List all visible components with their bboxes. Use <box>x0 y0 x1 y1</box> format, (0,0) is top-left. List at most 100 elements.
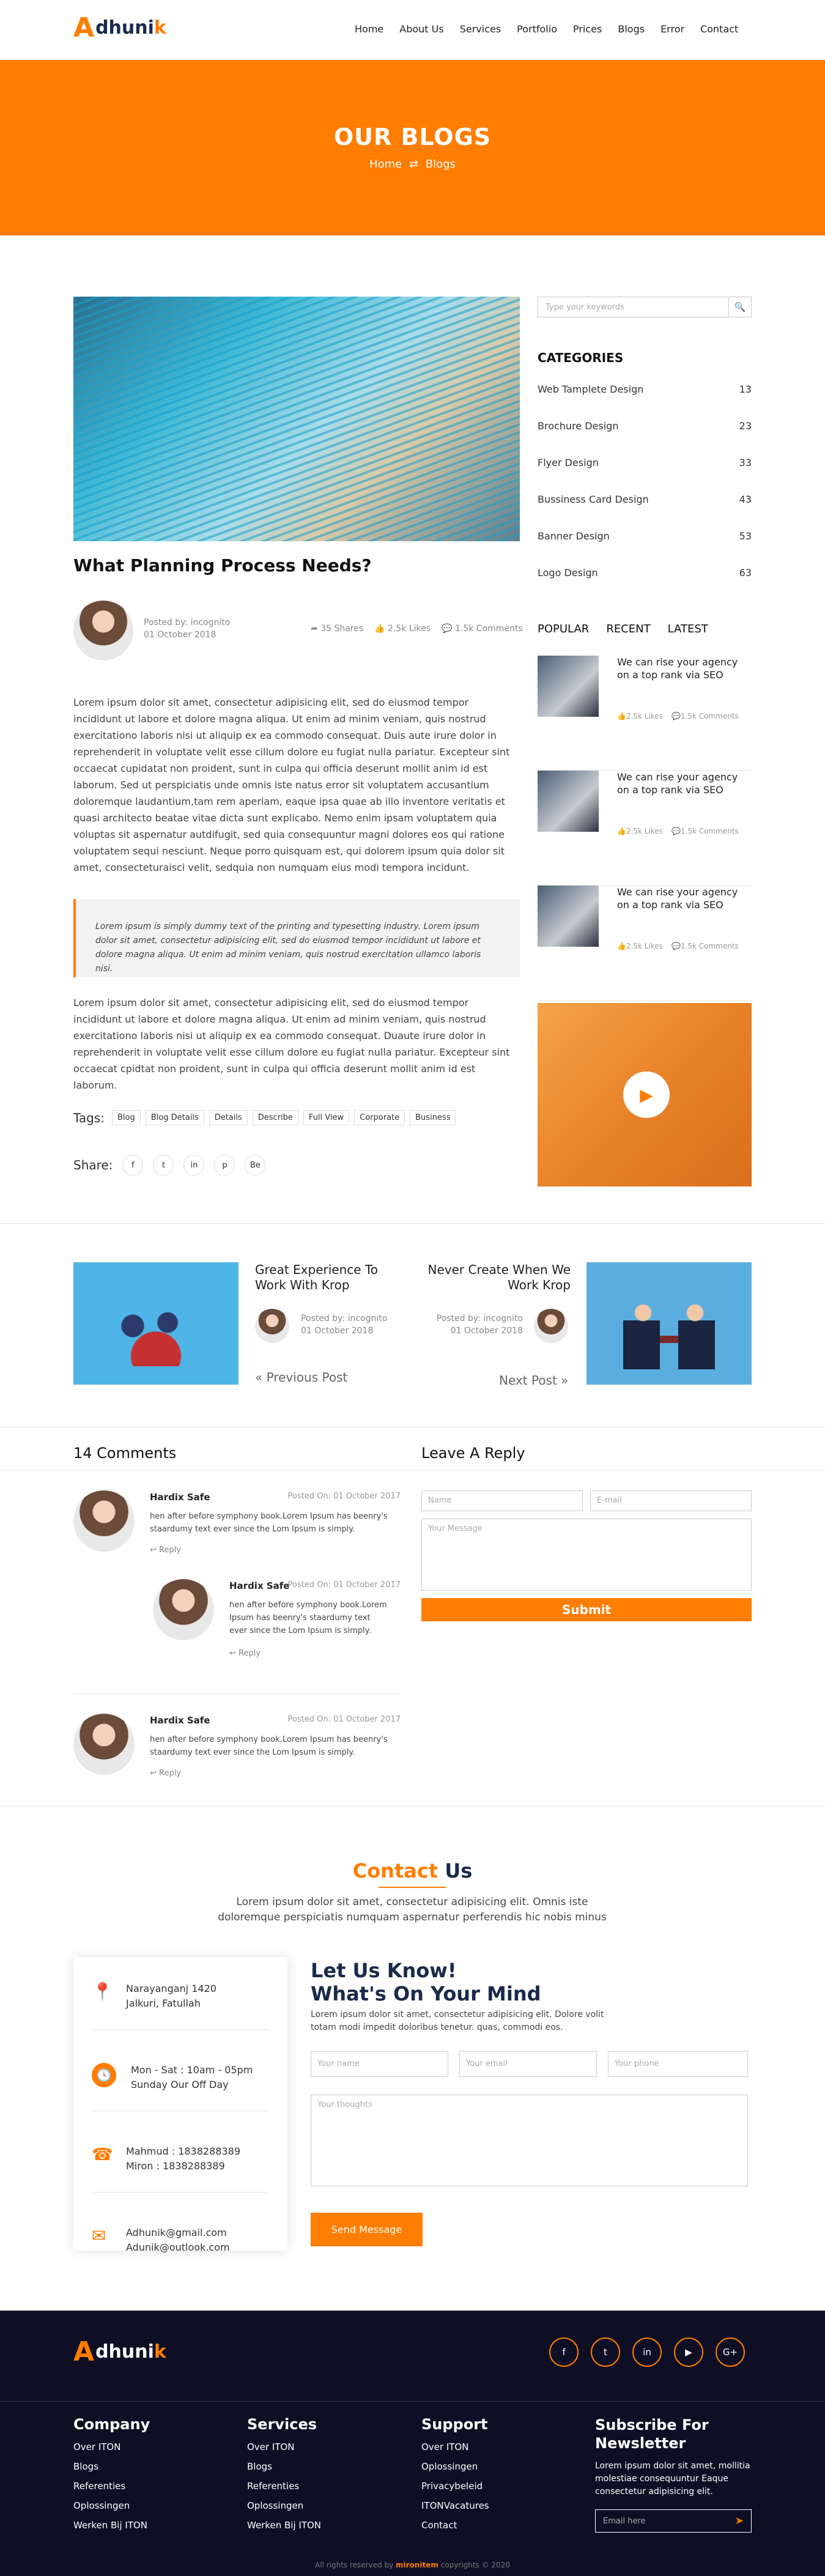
previous-post-link[interactable]: « Previous Post <box>255 1370 347 1385</box>
category-name: Banner Design <box>538 530 610 542</box>
prev-post-title[interactable]: Great Experience To Work With Krop <box>255 1262 383 1293</box>
category-item[interactable]: Flyer Design 33 <box>538 457 752 468</box>
footer-link[interactable]: Blogs <box>247 2461 321 2472</box>
sidebar-posts: We can rise your agency on a top rank vi… <box>538 656 752 1001</box>
footer-link[interactable]: Referenties <box>73 2481 150 2492</box>
commenter-name: Hardix Safe <box>229 1580 290 1591</box>
like-count[interactable]: 👍 2.5k Likes <box>374 624 431 634</box>
send-message-button[interactable]: Send Message <box>311 2213 423 2246</box>
thumbs-up-icon: 👍 <box>374 624 385 634</box>
comment-count[interactable]: 💬 1.5k Comments <box>442 624 523 634</box>
footer-link[interactable]: Contact <box>421 2520 489 2531</box>
footer-link[interactable]: Oplossingen <box>73 2500 150 2511</box>
tag-item[interactable]: Corporate <box>354 1110 405 1125</box>
category-item[interactable]: Banner Design 53 <box>538 531 752 542</box>
youtube-icon[interactable]: ▶ <box>674 2337 703 2367</box>
sidebar-video[interactable]: ▶ <box>538 1003 752 1186</box>
contact-phone-input[interactable]: Your phone <box>608 2051 748 2077</box>
tab-latest[interactable]: LATEST <box>668 623 708 635</box>
next-post-link[interactable]: Next Post » <box>499 1373 568 1388</box>
reply-link[interactable]: ↩ Reply <box>150 1769 181 1778</box>
footer-link[interactable]: ITONVacatures <box>421 2500 489 2511</box>
reply-submit-button[interactable]: Submit <box>421 1598 752 1621</box>
category-name: Web Tamplete Design <box>538 383 644 395</box>
footer-link[interactable]: Blogs <box>73 2461 150 2472</box>
reply-link[interactable]: ↩ Reply <box>150 1545 181 1555</box>
twitter-icon[interactable]: t <box>153 1155 174 1175</box>
nav-item-portfolio[interactable]: Portfolio <box>517 23 557 35</box>
reply-message-input[interactable]: Your Message <box>421 1519 752 1591</box>
linkedin-icon[interactable]: in <box>183 1155 205 1175</box>
nav-item-about-us[interactable]: About Us <box>399 23 443 35</box>
nav-item-prices[interactable]: Prices <box>573 23 602 35</box>
search-icon[interactable]: 🔍 <box>728 297 752 317</box>
breadcrumb-home[interactable]: Home <box>369 158 402 171</box>
post-tags: Tags: Blog Blog Details Details Describe Ful… <box>73 1110 461 1125</box>
footer-link[interactable]: Referenties <box>247 2481 321 2492</box>
tag-item[interactable]: Business <box>410 1110 456 1125</box>
category-count: 33 <box>739 457 752 468</box>
tag-item[interactable]: Describe <box>252 1110 298 1125</box>
footer-support: Support Over ITON Oplossingen Privacybelei… <box>421 2416 489 2531</box>
logo-text: dhuni <box>95 17 154 39</box>
nav-item-contact[interactable]: Contact <box>700 23 738 35</box>
next-post-image[interactable] <box>586 1262 752 1385</box>
next-post-title[interactable]: Never Create When We Work Krop <box>416 1262 571 1293</box>
nav-item-home[interactable]: Home <box>348 18 383 40</box>
tag-item[interactable]: Blog <box>112 1110 141 1125</box>
footer-link[interactable]: Oplossingen <box>421 2461 489 2472</box>
footer-logo[interactable]: Adhuni k <box>73 2336 166 2367</box>
tag-item[interactable]: Details <box>209 1110 248 1125</box>
contact-email-input[interactable]: Your email <box>459 2051 597 2077</box>
comment-item: Hardix Safe Posted On: 01 October 2017 hen… <box>73 1714 401 1787</box>
site-logo[interactable]: Adhuni k <box>73 12 166 43</box>
prev-post-image[interactable] <box>73 1262 239 1385</box>
category-item[interactable]: Logo Design 63 <box>538 568 752 579</box>
contact-info-line: Mon - Sat : 10am - 05pm <box>131 2064 253 2076</box>
google-plus-icon[interactable]: G+ <box>716 2337 745 2367</box>
footer-link[interactable]: Over ITON <box>247 2441 321 2452</box>
reply-name-input[interactable]: Name <box>421 1490 583 1511</box>
facebook-icon[interactable]: f <box>122 1155 144 1175</box>
tab-popular[interactable]: POPULAR <box>538 623 589 635</box>
footer-link[interactable]: Privacybeleid <box>421 2481 489 2492</box>
tab-recent[interactable]: RECENT <box>606 623 650 635</box>
nav-item-blogs[interactable]: Blogs <box>618 23 645 35</box>
comment-text: hen after before symphony book.Lorem Ips… <box>229 1601 387 1635</box>
share-label: Share: <box>73 1158 113 1172</box>
reply-email-input[interactable]: E-mail <box>590 1490 752 1511</box>
footer-link[interactable]: Oplossingen <box>247 2500 321 2511</box>
contact-title-rest: Us <box>438 1859 473 1882</box>
footer-newsletter: Subscribe For Newsletter Lorem ipsum dol… <box>595 2416 752 2533</box>
footer-link[interactable]: Over ITON <box>73 2441 150 2452</box>
prev-post-avatar <box>255 1309 289 1343</box>
contact-thoughts-input[interactable]: Your thoughts <box>311 2095 748 2186</box>
share-count[interactable]: ➦ 35 Shares <box>311 624 363 634</box>
copyright-brand[interactable]: mironitem <box>396 2561 438 2569</box>
play-icon[interactable]: ▶ <box>623 1071 670 1118</box>
footer-link[interactable]: Werken Bij ITON <box>73 2520 150 2531</box>
reply-link[interactable]: ↩ Reply <box>229 1649 261 1658</box>
tag-item[interactable]: Blog Details <box>145 1110 204 1125</box>
tag-item[interactable]: Full View <box>303 1110 350 1125</box>
category-item[interactable]: Brochure Design 23 <box>538 421 752 432</box>
pinterest-icon[interactable]: p <box>214 1155 235 1175</box>
nav-item-error[interactable]: Error <box>660 23 684 35</box>
footer-link[interactable]: Werken Bij ITON <box>247 2520 321 2531</box>
newsletter-email-input[interactable]: Email here ➤ <box>595 2509 752 2533</box>
send-icon[interactable]: ➤ <box>735 2515 744 2527</box>
twitter-icon[interactable]: t <box>591 2337 620 2367</box>
facebook-icon[interactable]: f <box>549 2337 579 2367</box>
linkedin-icon[interactable]: in <box>632 2337 662 2367</box>
sidebar-post[interactable]: We can rise your agency on a top rank vi… <box>538 771 752 886</box>
sidebar-search-input[interactable]: Type your keywords <box>538 297 752 317</box>
category-item[interactable]: Bussiness Card Design 43 <box>538 494 752 505</box>
contact-name-input[interactable]: Your name <box>311 2051 448 2077</box>
footer-services: Services Over ITON Blogs Referenties Oploss… <box>247 2416 321 2531</box>
category-item[interactable]: Web Tamplete Design 13 <box>538 384 752 395</box>
sidebar-post[interactable]: We can rise your agency on a top rank vi… <box>538 656 752 771</box>
sidebar-post[interactable]: We can rise your agency on a top rank vi… <box>538 886 752 1001</box>
footer-link[interactable]: Over ITON <box>421 2441 489 2452</box>
nav-item-services[interactable]: Services <box>460 23 501 35</box>
behance-icon[interactable]: Be <box>245 1155 266 1175</box>
